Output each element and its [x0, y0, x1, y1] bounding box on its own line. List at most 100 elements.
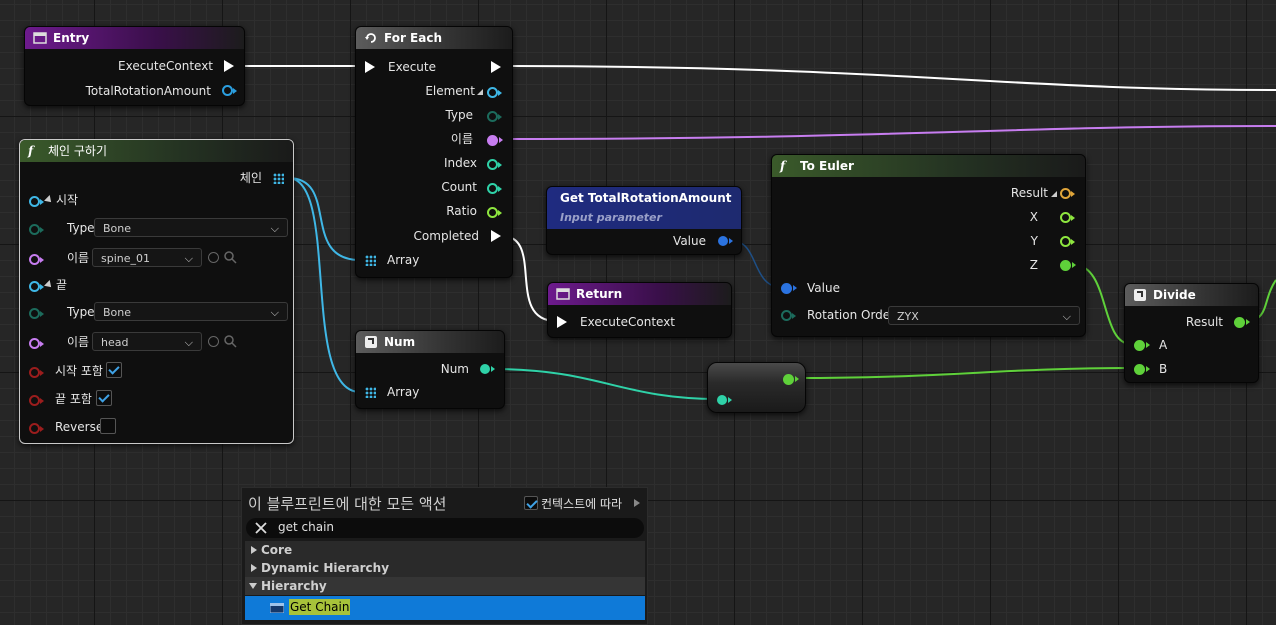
pin-label-include-start: 시작 포함 — [55, 364, 103, 378]
node-reroute[interactable] — [707, 362, 806, 413]
ratio-out-pin[interactable] — [487, 207, 498, 218]
pin-arrow — [1071, 191, 1075, 197]
exec-in-pin[interactable] — [557, 316, 567, 328]
rotation-order-in-pin[interactable] — [781, 310, 792, 321]
clear-search-icon[interactable] — [255, 522, 267, 534]
count-out-pin[interactable] — [487, 183, 498, 194]
result-out-pin[interactable] — [1234, 317, 1245, 328]
pin-label-value-in: Value — [807, 281, 840, 295]
x-out-pin[interactable] — [1060, 212, 1071, 223]
end-type-in-pin[interactable] — [29, 308, 40, 319]
array-in-pin[interactable] — [365, 255, 376, 266]
node-get-chain[interactable]: f 체인 구하기 체인 시작 Type Bone ⌵ 이름 spine_01 ⌵ 끝… — [19, 139, 294, 444]
end-name-dropdown[interactable]: head ⌵ — [92, 332, 202, 351]
name-out-pin[interactable] — [487, 135, 498, 146]
chain-out-pin[interactable] — [273, 173, 284, 184]
y-out-pin[interactable] — [1060, 236, 1071, 247]
exec-out-pin[interactable] — [491, 61, 501, 73]
category-dynamic-hierarchy[interactable]: Dynamic Hierarchy — [245, 559, 645, 577]
browse-icon[interactable] — [224, 335, 237, 348]
start-type-value: Bone — [103, 222, 132, 235]
node-divide[interactable]: Divide Result A B — [1124, 283, 1259, 383]
node-get-param-header[interactable]: Get TotalRotationAmount Input parameter — [547, 187, 741, 229]
include-end-checkbox[interactable] — [96, 390, 112, 406]
node-return-header[interactable]: Return — [548, 283, 731, 305]
node-divide-header[interactable]: Divide — [1125, 284, 1258, 306]
pin-label-start-type: Type — [67, 221, 95, 235]
completed-exec-out-pin[interactable] — [491, 230, 501, 242]
context-sensitive-checkbox[interactable] — [524, 496, 538, 510]
struct-out-pin[interactable] — [222, 85, 233, 96]
pin-label-b: B — [1159, 362, 1168, 376]
start-type-dropdown[interactable]: Bone ⌵ — [94, 218, 288, 237]
node-get-chain-header[interactable]: f 체인 구하기 — [20, 140, 293, 162]
value-out-pin[interactable] — [718, 236, 728, 246]
action-palette[interactable]: 이 블루프린트에 대한 모든 액션 컨텍스트에 따라 get chain Cor… — [241, 487, 648, 625]
exec-in-pin[interactable] — [365, 61, 375, 73]
category-hierarchy[interactable]: Hierarchy — [245, 577, 645, 595]
type-out-pin[interactable] — [487, 111, 498, 122]
graph-canvas[interactable]: Entry ExecuteContext TotalRotationAmount… — [0, 0, 1276, 625]
node-num-header[interactable]: Num — [356, 331, 504, 353]
pin-label-start: 시작 — [56, 193, 79, 207]
node-num[interactable]: Num Num Array — [355, 330, 505, 409]
pure-function-icon — [1134, 289, 1146, 301]
include-end-in-pin[interactable] — [29, 395, 40, 406]
use-selected-icon[interactable] — [208, 336, 219, 347]
reroute-out-pin[interactable] — [783, 374, 794, 385]
node-for-each[interactable]: For Each Execute Element Type 이름 Index C… — [355, 26, 513, 278]
start-type-in-pin[interactable] — [29, 224, 40, 235]
z-out-pin[interactable] — [1060, 260, 1071, 271]
palette-search[interactable]: get chain — [246, 518, 644, 538]
b-in-pin[interactable] — [1134, 364, 1145, 375]
node-get-param-subtitle: Input parameter — [560, 211, 662, 224]
start-name-dropdown[interactable]: spine_01 ⌵ — [92, 248, 202, 267]
include-start-checkbox[interactable] — [106, 362, 122, 378]
node-entry-header[interactable]: Entry — [25, 27, 244, 49]
exec-out-pin[interactable] — [224, 60, 234, 72]
pin-label-execute-context: ExecuteContext — [580, 315, 675, 329]
node-return[interactable]: Return ExecuteContext — [547, 282, 732, 338]
value-in-pin[interactable] — [781, 283, 792, 294]
node-to-euler[interactable]: f To Euler Result X Y Z Value Rotation O… — [771, 154, 1086, 337]
expand-start-icon[interactable] — [44, 195, 54, 205]
pin-arrow — [728, 397, 732, 403]
end-type-value: Bone — [103, 306, 132, 319]
element-out-pin[interactable] — [487, 87, 498, 98]
expand-end-icon[interactable] — [44, 280, 54, 290]
rotation-order-dropdown[interactable]: ZYX ⌵ — [888, 306, 1080, 325]
reroute-in-pin[interactable] — [717, 395, 727, 405]
pure-function-icon — [365, 336, 377, 348]
pin-arrow — [498, 210, 502, 216]
include-start-in-pin[interactable] — [29, 367, 40, 378]
node-get-total-rotation[interactable]: Get TotalRotationAmount Input parameter … — [546, 186, 742, 255]
node-for-each-header[interactable]: For Each — [356, 27, 512, 49]
a-in-pin[interactable] — [1134, 340, 1145, 351]
node-entry-title: Entry — [53, 31, 90, 45]
category-core[interactable]: Core — [245, 541, 645, 559]
start-in-pin[interactable] — [29, 196, 40, 207]
end-name-value: head — [101, 336, 129, 349]
expand-icon — [251, 564, 257, 572]
pin-arrow — [40, 257, 44, 263]
start-name-in-pin[interactable] — [29, 254, 40, 265]
array-in-pin[interactable] — [365, 387, 376, 398]
end-type-dropdown[interactable]: Bone ⌵ — [94, 302, 288, 321]
browse-icon[interactable] — [224, 251, 237, 264]
reverse-checkbox[interactable] — [100, 418, 116, 434]
loop-icon — [365, 33, 376, 43]
num-out-pin[interactable] — [480, 364, 490, 374]
palette-item-get-chain[interactable]: Get Chain — [245, 596, 645, 620]
node-entry[interactable]: Entry ExecuteContext TotalRotationAmount — [24, 26, 245, 106]
result-out-pin[interactable] — [1060, 188, 1071, 199]
reverse-in-pin[interactable] — [29, 423, 40, 434]
end-name-in-pin[interactable] — [29, 338, 40, 349]
use-selected-icon[interactable] — [208, 252, 219, 263]
pin-label-result: Result — [1010, 186, 1048, 200]
expand-icon — [251, 546, 257, 554]
index-out-pin[interactable] — [487, 159, 498, 170]
node-to-euler-header[interactable]: f To Euler — [772, 155, 1085, 177]
end-in-pin[interactable] — [29, 281, 40, 292]
chevron-right-icon[interactable] — [634, 499, 640, 507]
palette-search-input[interactable]: get chain — [278, 520, 334, 534]
